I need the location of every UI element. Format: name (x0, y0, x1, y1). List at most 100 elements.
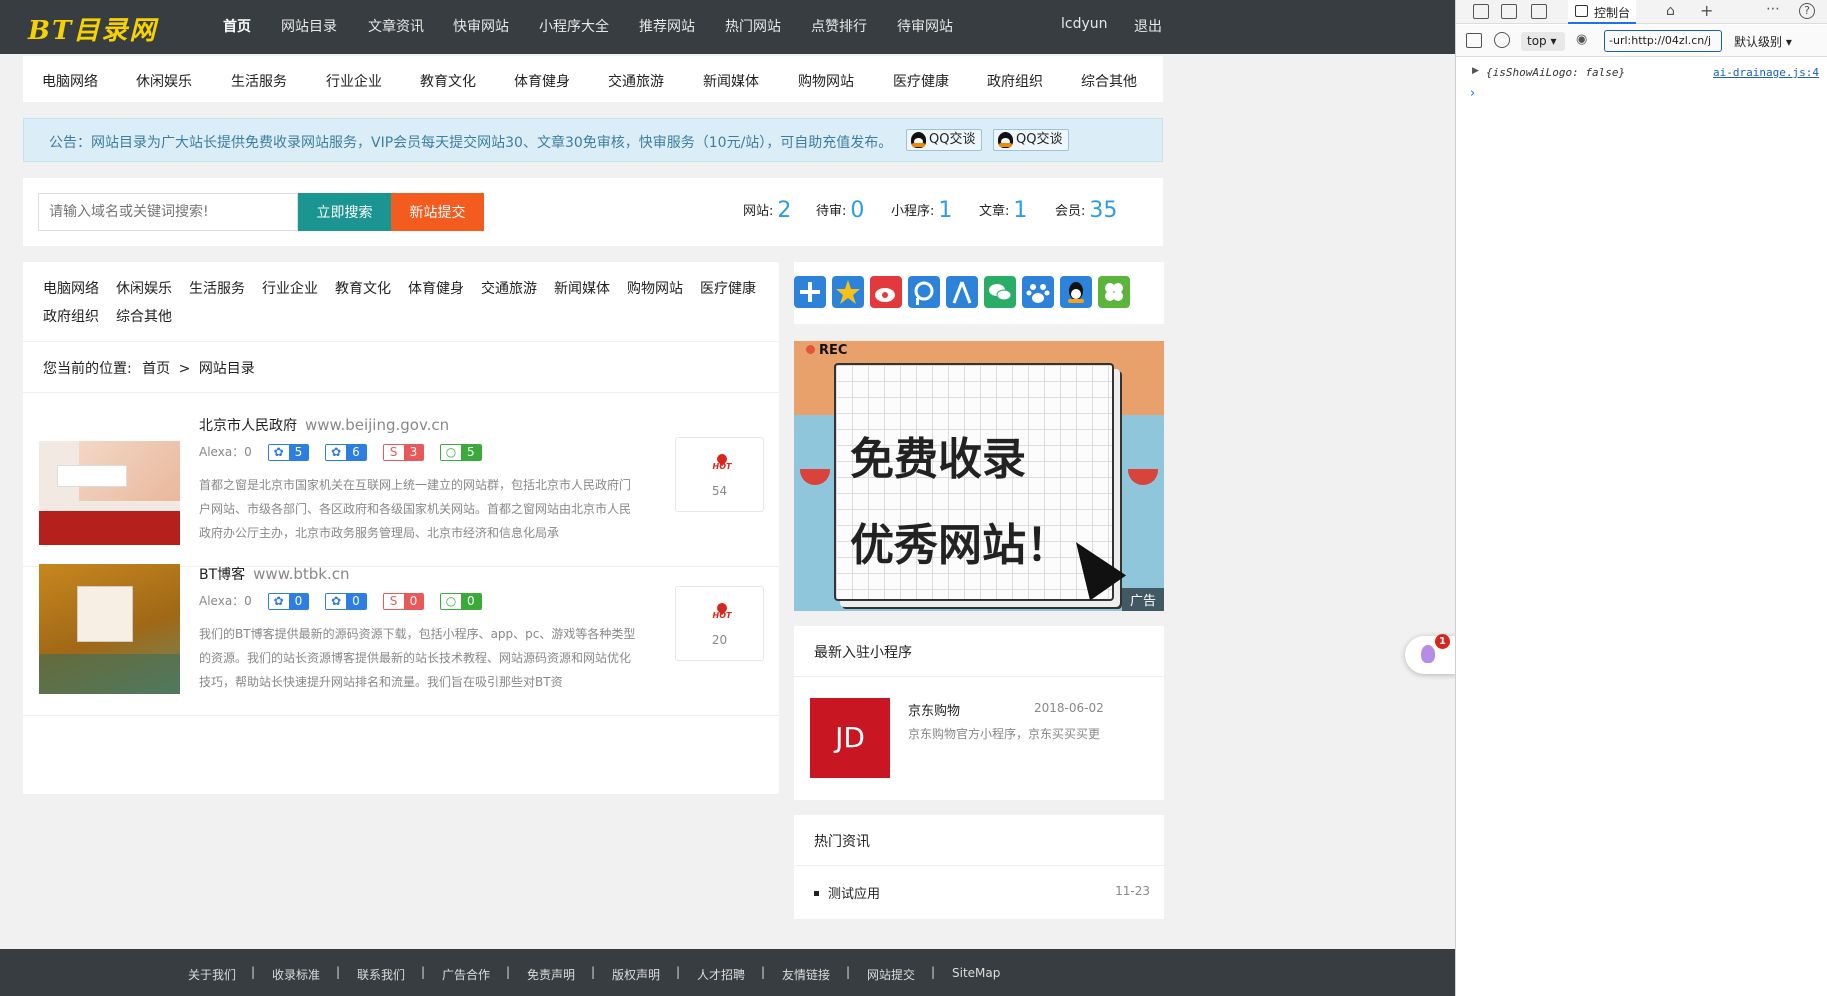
home-icon[interactable]: ⌂ (1666, 3, 1675, 19)
inspect-element-icon[interactable] (1473, 4, 1489, 19)
logout-link[interactable]: 退出 (1134, 16, 1162, 36)
console-prompt[interactable]: › (1470, 86, 1475, 101)
sub-category-link[interactable]: 生活服务 (189, 278, 245, 298)
dock-panel-icon[interactable] (1531, 4, 1547, 19)
category-link[interactable]: 新闻媒体 (703, 71, 759, 91)
nav-popular[interactable]: 热门网站 (725, 16, 781, 36)
sub-category-link[interactable]: 休闲娱乐 (116, 278, 172, 298)
console-log-source-link[interactable]: ai-drainage.js:4 (1713, 66, 1819, 79)
sub-category-link[interactable]: 政府组织 (43, 306, 99, 326)
mini-program-name[interactable]: 京东购物 (908, 700, 960, 719)
nav-articles[interactable]: 文章资讯 (368, 16, 424, 36)
site-title[interactable]: 北京市人民政府 www.beijing.gov.cn (199, 415, 449, 435)
sub-category-link[interactable]: 购物网站 (627, 278, 683, 298)
sidebar-toggle-icon[interactable] (1466, 33, 1482, 48)
sub-category-link[interactable]: 行业企业 (262, 278, 318, 298)
sub-category-link[interactable]: 交通旅游 (481, 278, 537, 298)
sub-category-link[interactable]: 教育文化 (335, 278, 391, 298)
site-thumbnail[interactable] (39, 564, 180, 694)
sub-category-link[interactable]: 综合其他 (116, 306, 172, 326)
help-icon[interactable]: ? (1799, 3, 1815, 19)
nav-likes-ranking[interactable]: 点赞排行 (811, 16, 867, 36)
sub-category-link[interactable]: 体育健身 (408, 278, 464, 298)
eye-icon[interactable]: ◉ (1576, 32, 1587, 47)
share-renren-icon[interactable] (946, 276, 978, 308)
breadcrumb-home[interactable]: 首页 (142, 361, 170, 377)
footer-link[interactable]: 版权声明 (612, 966, 660, 983)
jd-logo[interactable]: JD (810, 698, 890, 778)
sub-category-link[interactable]: 医疗健康 (700, 278, 756, 298)
context-selector[interactable]: top ▾ (1521, 32, 1565, 51)
more-options-icon[interactable]: ⋯ (1766, 1, 1780, 17)
stat-articles-label: 文章: (979, 204, 1010, 219)
stat-members: 会员: 35 (1055, 198, 1117, 223)
device-emulation-icon[interactable] (1501, 4, 1517, 19)
site-thumbnail[interactable] (39, 415, 180, 545)
category-link[interactable]: 休闲娱乐 (136, 71, 192, 91)
category-link[interactable]: 综合其他 (1081, 71, 1137, 91)
nav-fast-review[interactable]: 快审网站 (453, 16, 509, 36)
clear-console-icon[interactable] (1494, 32, 1510, 48)
category-link[interactable]: 政府组织 (987, 71, 1043, 91)
category-link[interactable]: 体育健身 (514, 71, 570, 91)
category-link[interactable]: 生活服务 (231, 71, 287, 91)
footer-link[interactable]: 人才招聘 (697, 966, 745, 983)
footer-link[interactable]: 网站提交 (867, 966, 915, 983)
site-url[interactable]: www.beijing.gov.cn (305, 416, 449, 434)
log-level-selector[interactable]: 默认级别 ▾ (1734, 33, 1792, 50)
nav-recommended[interactable]: 推荐网站 (639, 16, 695, 36)
footer-link[interactable]: 广告合作 (442, 966, 490, 983)
user-name-link[interactable]: lcdyun (1061, 16, 1108, 32)
advertisement-banner[interactable]: REC 免费收录 优秀网站！ 广告 (794, 341, 1164, 611)
search-button[interactable]: 立即搜索 (298, 193, 391, 231)
expand-arrow-icon[interactable]: ▶ (1472, 66, 1479, 76)
share-qq-icon[interactable] (1060, 276, 1092, 308)
share-clover-icon[interactable] (1098, 276, 1130, 308)
nav-mini-programs[interactable]: 小程序大全 (539, 16, 609, 36)
stat-articles-value: 1 (1013, 198, 1028, 223)
baidu-mobile-weight-badge: ✿ 6 (325, 444, 367, 461)
site-name[interactable]: BT博客 (199, 567, 245, 583)
footer-link[interactable]: 免责声明 (527, 966, 575, 983)
share-weibo-icon[interactable] (870, 276, 902, 308)
qq-chat-button[interactable]: QQ交谈 (993, 129, 1070, 151)
qq-chat-button[interactable]: QQ交谈 (906, 129, 983, 151)
context-value: top (1527, 34, 1547, 48)
category-link[interactable]: 交通旅游 (608, 71, 664, 91)
footer-link[interactable]: SiteMap (952, 966, 1000, 980)
nav-pending[interactable]: 待审网站 (897, 16, 953, 36)
nav-site-directory[interactable]: 网站目录 (281, 16, 337, 36)
category-link[interactable]: 行业企业 (326, 71, 382, 91)
footer-link[interactable]: 收录标准 (272, 966, 320, 983)
share-qzone-icon[interactable] (832, 276, 864, 308)
site-url[interactable]: www.btbk.cn (253, 565, 349, 583)
shenma-weight-value: 0 (461, 594, 481, 609)
console-filter-input[interactable]: -url:http://04zl.cn/j (1604, 30, 1722, 52)
add-tab-icon[interactable]: + (1700, 1, 1713, 20)
site-name[interactable]: 北京市人民政府 (199, 418, 297, 434)
category-link[interactable]: 购物网站 (798, 71, 854, 91)
category-link[interactable]: 电脑网络 (42, 71, 98, 91)
search-input[interactable] (38, 193, 298, 231)
floating-assistant-button[interactable]: 1 (1405, 634, 1455, 674)
nav-home[interactable]: 首页 (223, 16, 251, 36)
share-wechat-icon[interactable] (984, 276, 1016, 308)
footer-separator: | (336, 965, 341, 979)
breadcrumb-current[interactable]: 网站目录 (199, 361, 255, 377)
sub-category-link[interactable]: 新闻媒体 (554, 278, 610, 298)
footer-link[interactable]: 关于我们 (188, 966, 236, 983)
category-link[interactable]: 医疗健康 (893, 71, 949, 91)
share-tencent-weibo-icon[interactable] (908, 276, 940, 308)
submit-site-button[interactable]: 新站提交 (391, 193, 484, 231)
news-item-link[interactable]: 测试应用 (814, 883, 880, 902)
footer-link[interactable]: 联系我们 (357, 966, 405, 983)
category-link[interactable]: 教育文化 (420, 71, 476, 91)
so360-weight-badge: S3 (382, 444, 425, 461)
site-logo[interactable]: BT目录网 (28, 10, 157, 47)
sub-category-link[interactable]: 电脑网络 (43, 278, 99, 298)
site-title[interactable]: BT博客 www.btbk.cn (199, 564, 349, 584)
share-more-icon[interactable] (794, 276, 826, 308)
share-baidu-icon[interactable] (1022, 276, 1054, 308)
footer-link[interactable]: 友情链接 (782, 966, 830, 983)
tab-console[interactable]: 控制台 (1568, 0, 1637, 24)
